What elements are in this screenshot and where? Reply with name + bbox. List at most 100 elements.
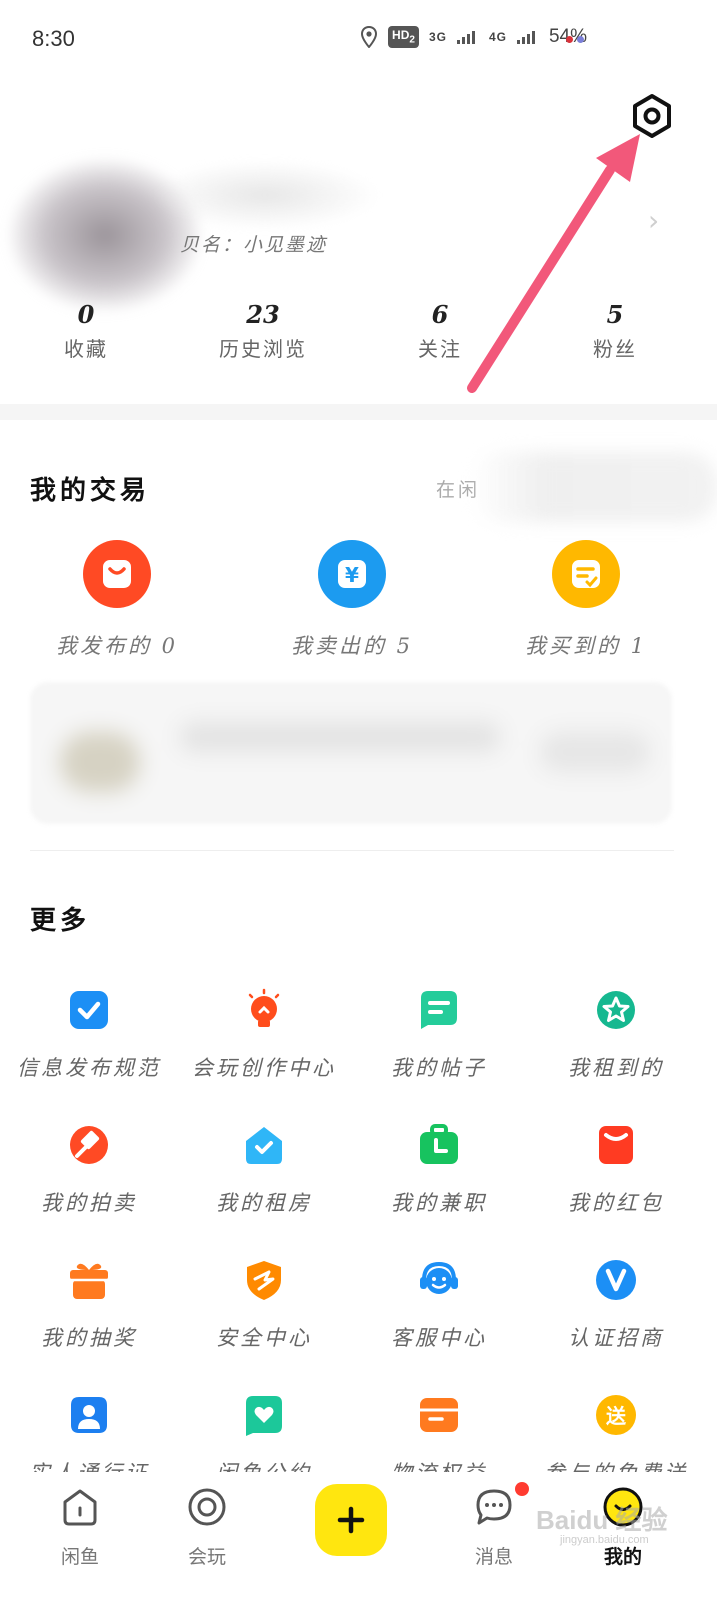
- stat-number: 5: [606, 300, 624, 329]
- profile-stats: 0 收藏 23 历史浏览 6 关注 5 粉丝: [0, 300, 717, 380]
- box-icon: [420, 1398, 458, 1432]
- home-icon: [63, 1489, 97, 1526]
- more-item-label: 客服中心: [391, 1326, 487, 1350]
- more-item-security[interactable]: 安全中心: [175, 1258, 353, 1352]
- yen-icon: ¥: [338, 560, 366, 588]
- signal-bars-icon: [516, 31, 535, 44]
- tab-label: 我的: [603, 1547, 642, 1568]
- stat-label: 粉丝: [593, 337, 637, 361]
- stat-fans[interactable]: 5 粉丝: [555, 300, 675, 362]
- gavel-icon: [70, 1126, 108, 1164]
- stat-label: 收藏: [64, 337, 108, 361]
- more-item-red-packet[interactable]: 我的红包: [527, 1123, 705, 1217]
- unread-badge: [515, 1482, 529, 1496]
- hd-badge: HD2: [388, 26, 419, 48]
- nickname-blurred: [150, 160, 380, 230]
- tab-messages[interactable]: 消息: [444, 1486, 544, 1569]
- shield-icon: [247, 1261, 281, 1300]
- stat-favorites[interactable]: 0 收藏: [26, 300, 146, 362]
- more-item-label: 信息发布规范: [17, 1056, 161, 1080]
- stat-number: 23: [246, 300, 280, 329]
- status-bar: 8:30 HD2 3G 4G 54%: [0, 0, 717, 80]
- more-title: 更多: [30, 906, 91, 936]
- more-item-label: 认证招商: [568, 1326, 664, 1350]
- more-item-customer-service[interactable]: 客服中心: [350, 1258, 528, 1352]
- baidu-watermark: Baidu 经验: [536, 1505, 668, 1535]
- signal-4g: 4G: [488, 30, 507, 44]
- heart-doc-icon: [246, 1396, 282, 1436]
- post-icon: [421, 991, 457, 1029]
- check-doc-icon: [70, 991, 108, 1029]
- more-item-creator-center[interactable]: 会玩创作中心: [175, 988, 353, 1082]
- publish-button[interactable]: [315, 1484, 387, 1556]
- message-icon: [476, 1489, 512, 1525]
- more-item-label: 我的租房: [216, 1191, 312, 1215]
- briefcase-icon: [420, 1124, 458, 1164]
- more-item-posting-rules[interactable]: 信息发布规范: [0, 988, 178, 1082]
- more-item-label: 物流权益: [350, 1457, 528, 1472]
- section-separator: [0, 404, 717, 420]
- stat-following[interactable]: 6 关注: [380, 300, 500, 362]
- more-item-rented[interactable]: 我租到的: [527, 988, 705, 1082]
- svg-text:¥: ¥: [345, 563, 359, 587]
- more-item-label: 我的红包: [568, 1191, 664, 1215]
- trade-bought-circle: [552, 540, 620, 608]
- more-item-label: 安全中心: [216, 1326, 312, 1350]
- trade-side-blurred: [470, 452, 717, 522]
- red-packet-icon: [599, 1126, 633, 1164]
- more-item-real-person-pass[interactable]: 实人通行证: [0, 1393, 178, 1472]
- more-item-verify-merchant[interactable]: 认证招商: [527, 1258, 705, 1352]
- trade-published-circle: [83, 540, 151, 608]
- settings-gear-icon[interactable]: [628, 92, 676, 140]
- chevron-right-icon[interactable]: ›: [648, 204, 659, 237]
- more-item-part-time[interactable]: 我的兼职: [350, 1123, 528, 1217]
- more-item-label: 实人通行证: [0, 1457, 178, 1472]
- stat-label: 历史浏览: [219, 337, 307, 361]
- more-item-convention[interactable]: 闲鱼公约: [175, 1393, 353, 1472]
- profile-header[interactable]: 贝名：小见墨迹 ›: [0, 140, 717, 310]
- profile-subtitle: 贝名：小见墨迹: [180, 234, 328, 256]
- more-item-auction[interactable]: 我的拍卖: [0, 1123, 178, 1217]
- tab-huiwan[interactable]: 会玩: [157, 1486, 257, 1569]
- location-icon: [361, 26, 378, 48]
- more-item-label: 我的抽奖: [41, 1326, 137, 1350]
- bag-icon: [103, 560, 131, 588]
- tab-label: 会玩: [187, 1547, 226, 1568]
- more-item-label: 我的帖子: [391, 1056, 487, 1080]
- stat-label: 关注: [418, 337, 462, 361]
- more-item-label: 参与的免费送: [527, 1457, 705, 1472]
- signal-bars-icon: [456, 31, 475, 44]
- stat-number: 6: [431, 300, 449, 329]
- baidu-watermark-url: jingyan.baidu.com: [560, 1534, 649, 1546]
- house-icon: [246, 1127, 282, 1164]
- headset-icon: [420, 1261, 458, 1294]
- trade-published[interactable]: 我发布的 0: [27, 540, 207, 660]
- trade-sold[interactable]: ¥ 我卖出的 5: [262, 540, 442, 660]
- more-grid: 信息发布规范 会玩创作中心 我的帖子 我租到的 我的拍卖 我的租房 我的兼职 我…: [0, 960, 717, 1472]
- status-time: 8:30: [32, 26, 75, 51]
- more-item-free-giveaway[interactable]: 送 参与的免费送: [527, 1393, 705, 1472]
- more-item-rent-house[interactable]: 我的租房: [175, 1123, 353, 1217]
- trade-label: 我发布的 0: [55, 634, 179, 658]
- trade-title: 我的交易: [30, 476, 151, 506]
- stat-history[interactable]: 23 历史浏览: [203, 300, 323, 362]
- trade-bought[interactable]: 我买到的 1: [496, 540, 676, 660]
- tab-label: 消息: [474, 1547, 513, 1568]
- status-indicators: HD2 3G 4G 54%: [360, 26, 587, 48]
- divider: [30, 850, 674, 851]
- more-item-lottery[interactable]: 我的抽奖: [0, 1258, 178, 1352]
- tab-home[interactable]: 闲鱼: [30, 1486, 130, 1569]
- more-item-label: 我的兼职: [391, 1191, 487, 1215]
- trade-label: 我卖出的 5: [290, 634, 414, 658]
- blurred-promo-card[interactable]: [30, 682, 672, 824]
- plus-icon: [337, 1506, 365, 1534]
- gift-icon: [70, 1263, 108, 1299]
- more-item-my-posts[interactable]: 我的帖子: [350, 988, 528, 1082]
- more-item-label: 会玩创作中心: [192, 1056, 336, 1080]
- person-icon: [71, 1397, 107, 1433]
- star-badge-icon: [597, 991, 635, 1029]
- more-item-logistics[interactable]: 物流权益: [350, 1393, 528, 1472]
- status-dots: [566, 36, 584, 43]
- more-item-label: 我的拍卖: [41, 1191, 137, 1215]
- send-icon: 送: [596, 1395, 636, 1435]
